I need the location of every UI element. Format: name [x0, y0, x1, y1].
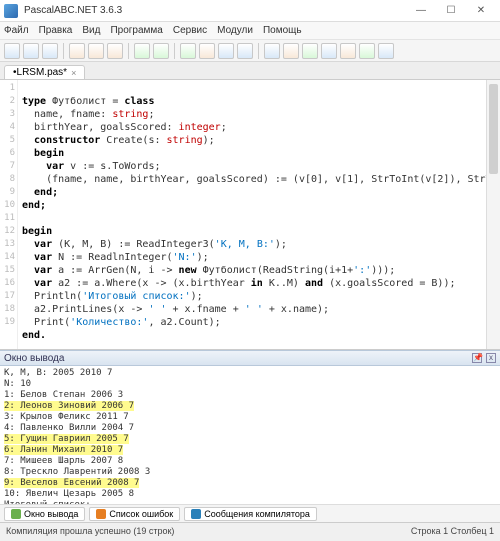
panel-close-icon[interactable]: x [486, 353, 496, 363]
toolbar-step-icon[interactable] [218, 43, 234, 59]
toolbar-btn-icon[interactable] [264, 43, 280, 59]
menu-program[interactable]: Программа [110, 25, 162, 36]
output-line: N: 10 [4, 379, 496, 390]
window-title: PascalABC.NET 3.6.3 [24, 5, 406, 16]
output-line: 5: Гущин Гавриил 2005 7 [4, 434, 496, 445]
pin-icon[interactable]: 📌 [472, 353, 482, 363]
menu-modules[interactable]: Модули [217, 25, 253, 36]
output-line: 6: Ланин Михаил 2010 7 [4, 445, 496, 456]
menu-file[interactable]: Файл [4, 25, 29, 36]
tab-bar: •LRSM.pas* × [0, 62, 500, 80]
bottom-tabs: Окно вывода Список ошибок Сообщения комп… [0, 504, 500, 522]
line-gutter: 12345678910111213141516171819 [0, 80, 18, 349]
output-line: 2: Леонов Зиновий 2006 7 [4, 401, 496, 412]
menu-edit[interactable]: Правка [39, 25, 73, 36]
window-controls: — ☐ ✕ [406, 2, 496, 20]
output-tab-icon [11, 509, 21, 519]
close-button[interactable]: ✕ [466, 2, 496, 20]
maximize-button[interactable]: ☐ [436, 2, 466, 20]
output-line: 1: Белов Степан 2006 3 [4, 390, 496, 401]
output-line: 4: Павленко Вилли 2004 7 [4, 423, 496, 434]
toolbar-undo-icon[interactable] [134, 43, 150, 59]
output-line: 9: Веселов Евсений 2008 7 [4, 478, 496, 489]
file-tab[interactable]: •LRSM.pas* × [4, 65, 85, 79]
output-panel[interactable]: K, M, B: 2005 2010 7 N: 10 1: Белов Степ… [0, 366, 500, 504]
output-panel-header: Окно вывода 📌 x [0, 350, 500, 366]
toolbar-copy-icon[interactable] [88, 43, 104, 59]
code-editor[interactable]: 12345678910111213141516171819 type Футбо… [0, 80, 500, 350]
minimize-button[interactable]: — [406, 2, 436, 20]
toolbar-stop-icon[interactable] [199, 43, 215, 59]
titlebar: PascalABC.NET 3.6.3 — ☐ ✕ [0, 0, 500, 22]
code-area[interactable]: type Футболист = class name, fname: stri… [18, 80, 500, 349]
toolbar-btn-icon[interactable] [359, 43, 375, 59]
toolbar-btn-icon[interactable] [378, 43, 394, 59]
toolbar-save-icon[interactable] [42, 43, 58, 59]
toolbar-redo-icon[interactable] [153, 43, 169, 59]
output-line: 3: Крылов Феликс 2011 7 [4, 412, 496, 423]
tab-close-icon[interactable]: × [71, 68, 76, 78]
status-bar: Компиляция прошла успешно (19 строк) Стр… [0, 522, 500, 539]
toolbar-cut-icon[interactable] [69, 43, 85, 59]
app-icon [4, 4, 18, 18]
toolbar-btn-icon[interactable] [321, 43, 337, 59]
status-left: Компиляция прошла успешно (19 строк) [6, 526, 174, 536]
bottom-tab-output[interactable]: Окно вывода [4, 507, 85, 521]
output-line: 10: Явелич Цезарь 2005 8 [4, 489, 496, 500]
tab-label: •LRSM.pas* [13, 67, 67, 78]
toolbar-open-icon[interactable] [23, 43, 39, 59]
bottom-tab-compiler[interactable]: Сообщения компилятора [184, 507, 317, 521]
bottom-tab-errors[interactable]: Список ошибок [89, 507, 180, 521]
toolbar-new-icon[interactable] [4, 43, 20, 59]
menubar: Файл Правка Вид Программа Сервис Модули … [0, 22, 500, 40]
status-right: Строка 1 Столбец 1 [411, 526, 494, 536]
output-line: K, M, B: 2005 2010 7 [4, 368, 496, 379]
errors-tab-icon [96, 509, 106, 519]
output-line: 8: Трескло Лаврентий 2008 3 [4, 467, 496, 478]
toolbar-btn-icon[interactable] [302, 43, 318, 59]
toolbar-run-icon[interactable] [180, 43, 196, 59]
editor-scrollbar[interactable] [486, 80, 500, 349]
scrollbar-thumb[interactable] [489, 84, 498, 174]
toolbar-stepover-icon[interactable] [237, 43, 253, 59]
menu-help[interactable]: Помощь [263, 25, 302, 36]
output-line: 7: Мишеев Шарль 2007 8 [4, 456, 496, 467]
toolbar-btn-icon[interactable] [283, 43, 299, 59]
toolbar-btn-icon[interactable] [340, 43, 356, 59]
compiler-tab-icon [191, 509, 201, 519]
output-panel-title: Окно вывода [4, 353, 64, 364]
menu-view[interactable]: Вид [82, 25, 100, 36]
menu-service[interactable]: Сервис [173, 25, 207, 36]
toolbar-paste-icon[interactable] [107, 43, 123, 59]
toolbar [0, 40, 500, 62]
